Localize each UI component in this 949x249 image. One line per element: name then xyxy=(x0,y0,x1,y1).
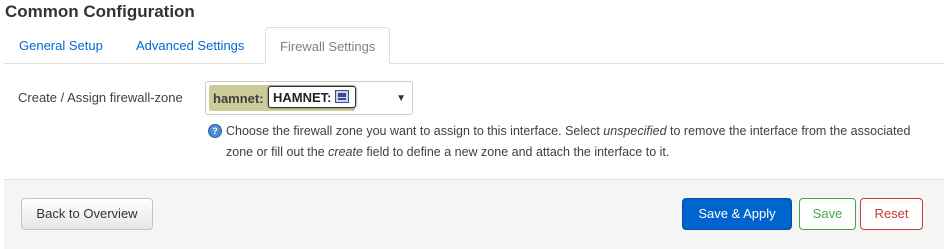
info-icon: ? xyxy=(208,124,222,138)
dropdown-caret-icon: ▼ xyxy=(396,93,406,104)
help-text-create: create xyxy=(328,145,363,159)
page-title: Common Configuration xyxy=(5,2,195,21)
tab-firewall-settings[interactable]: Firewall Settings xyxy=(265,27,391,64)
save-and-apply-button[interactable]: Save & Apply xyxy=(682,198,792,230)
interface-chip: HAMNET: xyxy=(268,86,356,108)
action-bar: Back to Overview Save & Apply Save Reset xyxy=(4,179,944,249)
firewall-zone-help-text: Choose the firewall zone you want to ass… xyxy=(226,121,916,163)
help-text-1: Choose the firewall zone you want to ass… xyxy=(226,124,604,138)
firewall-zone-label: Create / Assign firewall-zone xyxy=(18,90,183,105)
tab-bar: General Setup Advanced Settings Firewall… xyxy=(4,27,944,64)
tab-advanced-settings[interactable]: Advanced Settings xyxy=(121,27,259,62)
firewall-zone-select[interactable]: hamnet: HAMNET: ▼ xyxy=(205,81,413,115)
network-interface-icon xyxy=(335,90,349,103)
zone-name: hamnet: xyxy=(213,91,264,106)
help-text-3: field to define a new zone and attach th… xyxy=(362,145,670,159)
save-button[interactable]: Save xyxy=(799,198,856,230)
help-text-unspecified: unspecified xyxy=(603,124,667,138)
interface-name: HAMNET: xyxy=(273,90,332,105)
back-to-overview-button[interactable]: Back to Overview xyxy=(21,198,153,230)
zone-badge: hamnet: HAMNET: xyxy=(209,85,356,111)
tab-general-setup[interactable]: General Setup xyxy=(4,27,118,62)
reset-button[interactable]: Reset xyxy=(860,198,923,230)
